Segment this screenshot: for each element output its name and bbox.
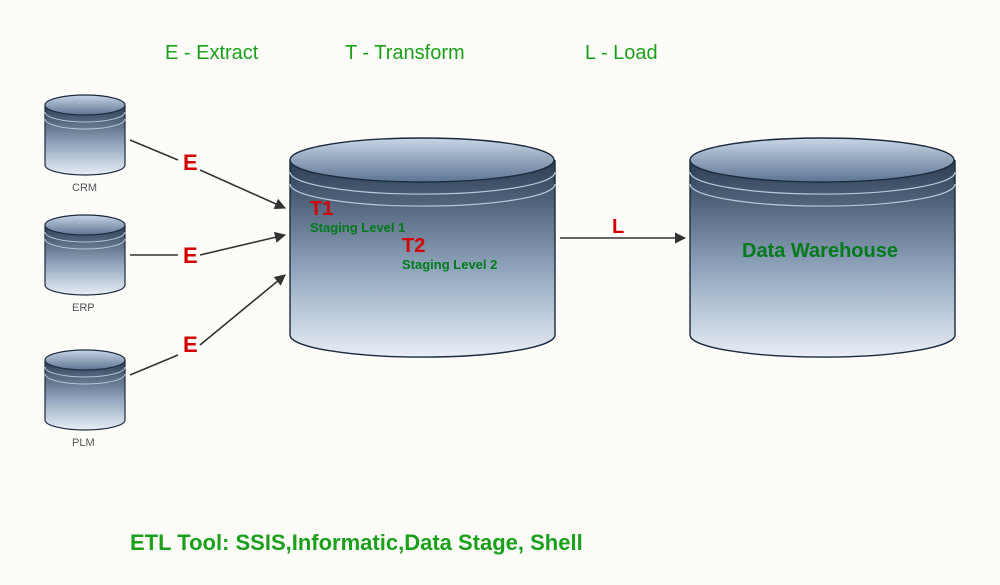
source-crm-cylinder [45, 95, 125, 175]
transform-marker-2: T2 [402, 235, 425, 258]
source-crm-label: CRM [72, 182, 97, 194]
etl-diagram: E - Extract T - Transform L - Load [0, 0, 1000, 585]
extract-marker-1: E [183, 150, 198, 176]
transform-marker-1: T1 [310, 198, 333, 221]
diagram-svg [0, 0, 1000, 585]
load-marker: L [612, 216, 624, 239]
source-plm-cylinder [45, 350, 125, 430]
staging-level-1: Staging Level 1 [310, 220, 405, 235]
footer-tools: ETL Tool: SSIS,Informatic,Data Stage, Sh… [130, 530, 583, 556]
warehouse-label: Data Warehouse [742, 240, 898, 263]
source-erp-label: ERP [72, 302, 95, 314]
extract-marker-3: E [183, 332, 198, 358]
source-plm-label: PLM [72, 437, 95, 449]
extract-marker-2: E [183, 243, 198, 269]
staging-level-2: Staging Level 2 [402, 257, 497, 272]
source-erp-cylinder [45, 215, 125, 295]
